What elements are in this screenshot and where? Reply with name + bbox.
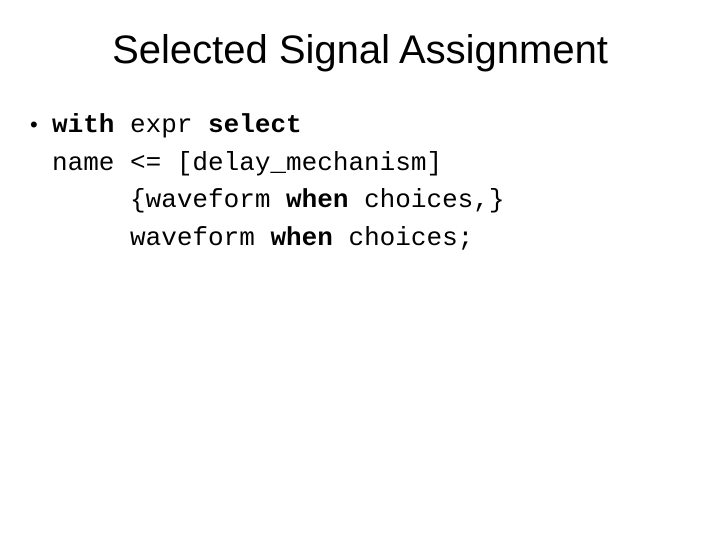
keyword-when-1: when [286,185,348,215]
text-expr: expr [114,110,208,140]
syntax-line-4-pre: waveform [52,223,270,253]
syntax-line-2: name <= [delay_mechanism] [52,148,442,178]
syntax-line-4-post: choices; [333,223,473,253]
slide-body: • with expr select name <= [delay_mechan… [0,73,720,258]
keyword-with: with [52,110,114,140]
bullet-icon: • [30,107,52,142]
syntax-block: with expr select name <= [delay_mechanis… [52,107,505,258]
syntax-line-3-post: choices,} [348,185,504,215]
keyword-when-2: when [270,223,332,253]
keyword-select: select [208,110,302,140]
bullet-item: • with expr select name <= [delay_mechan… [30,107,690,258]
syntax-line-3-pre: {waveform [52,185,286,215]
slide-title: Selected Signal Assignment [0,0,720,73]
slide: Selected Signal Assignment • with expr s… [0,0,720,540]
